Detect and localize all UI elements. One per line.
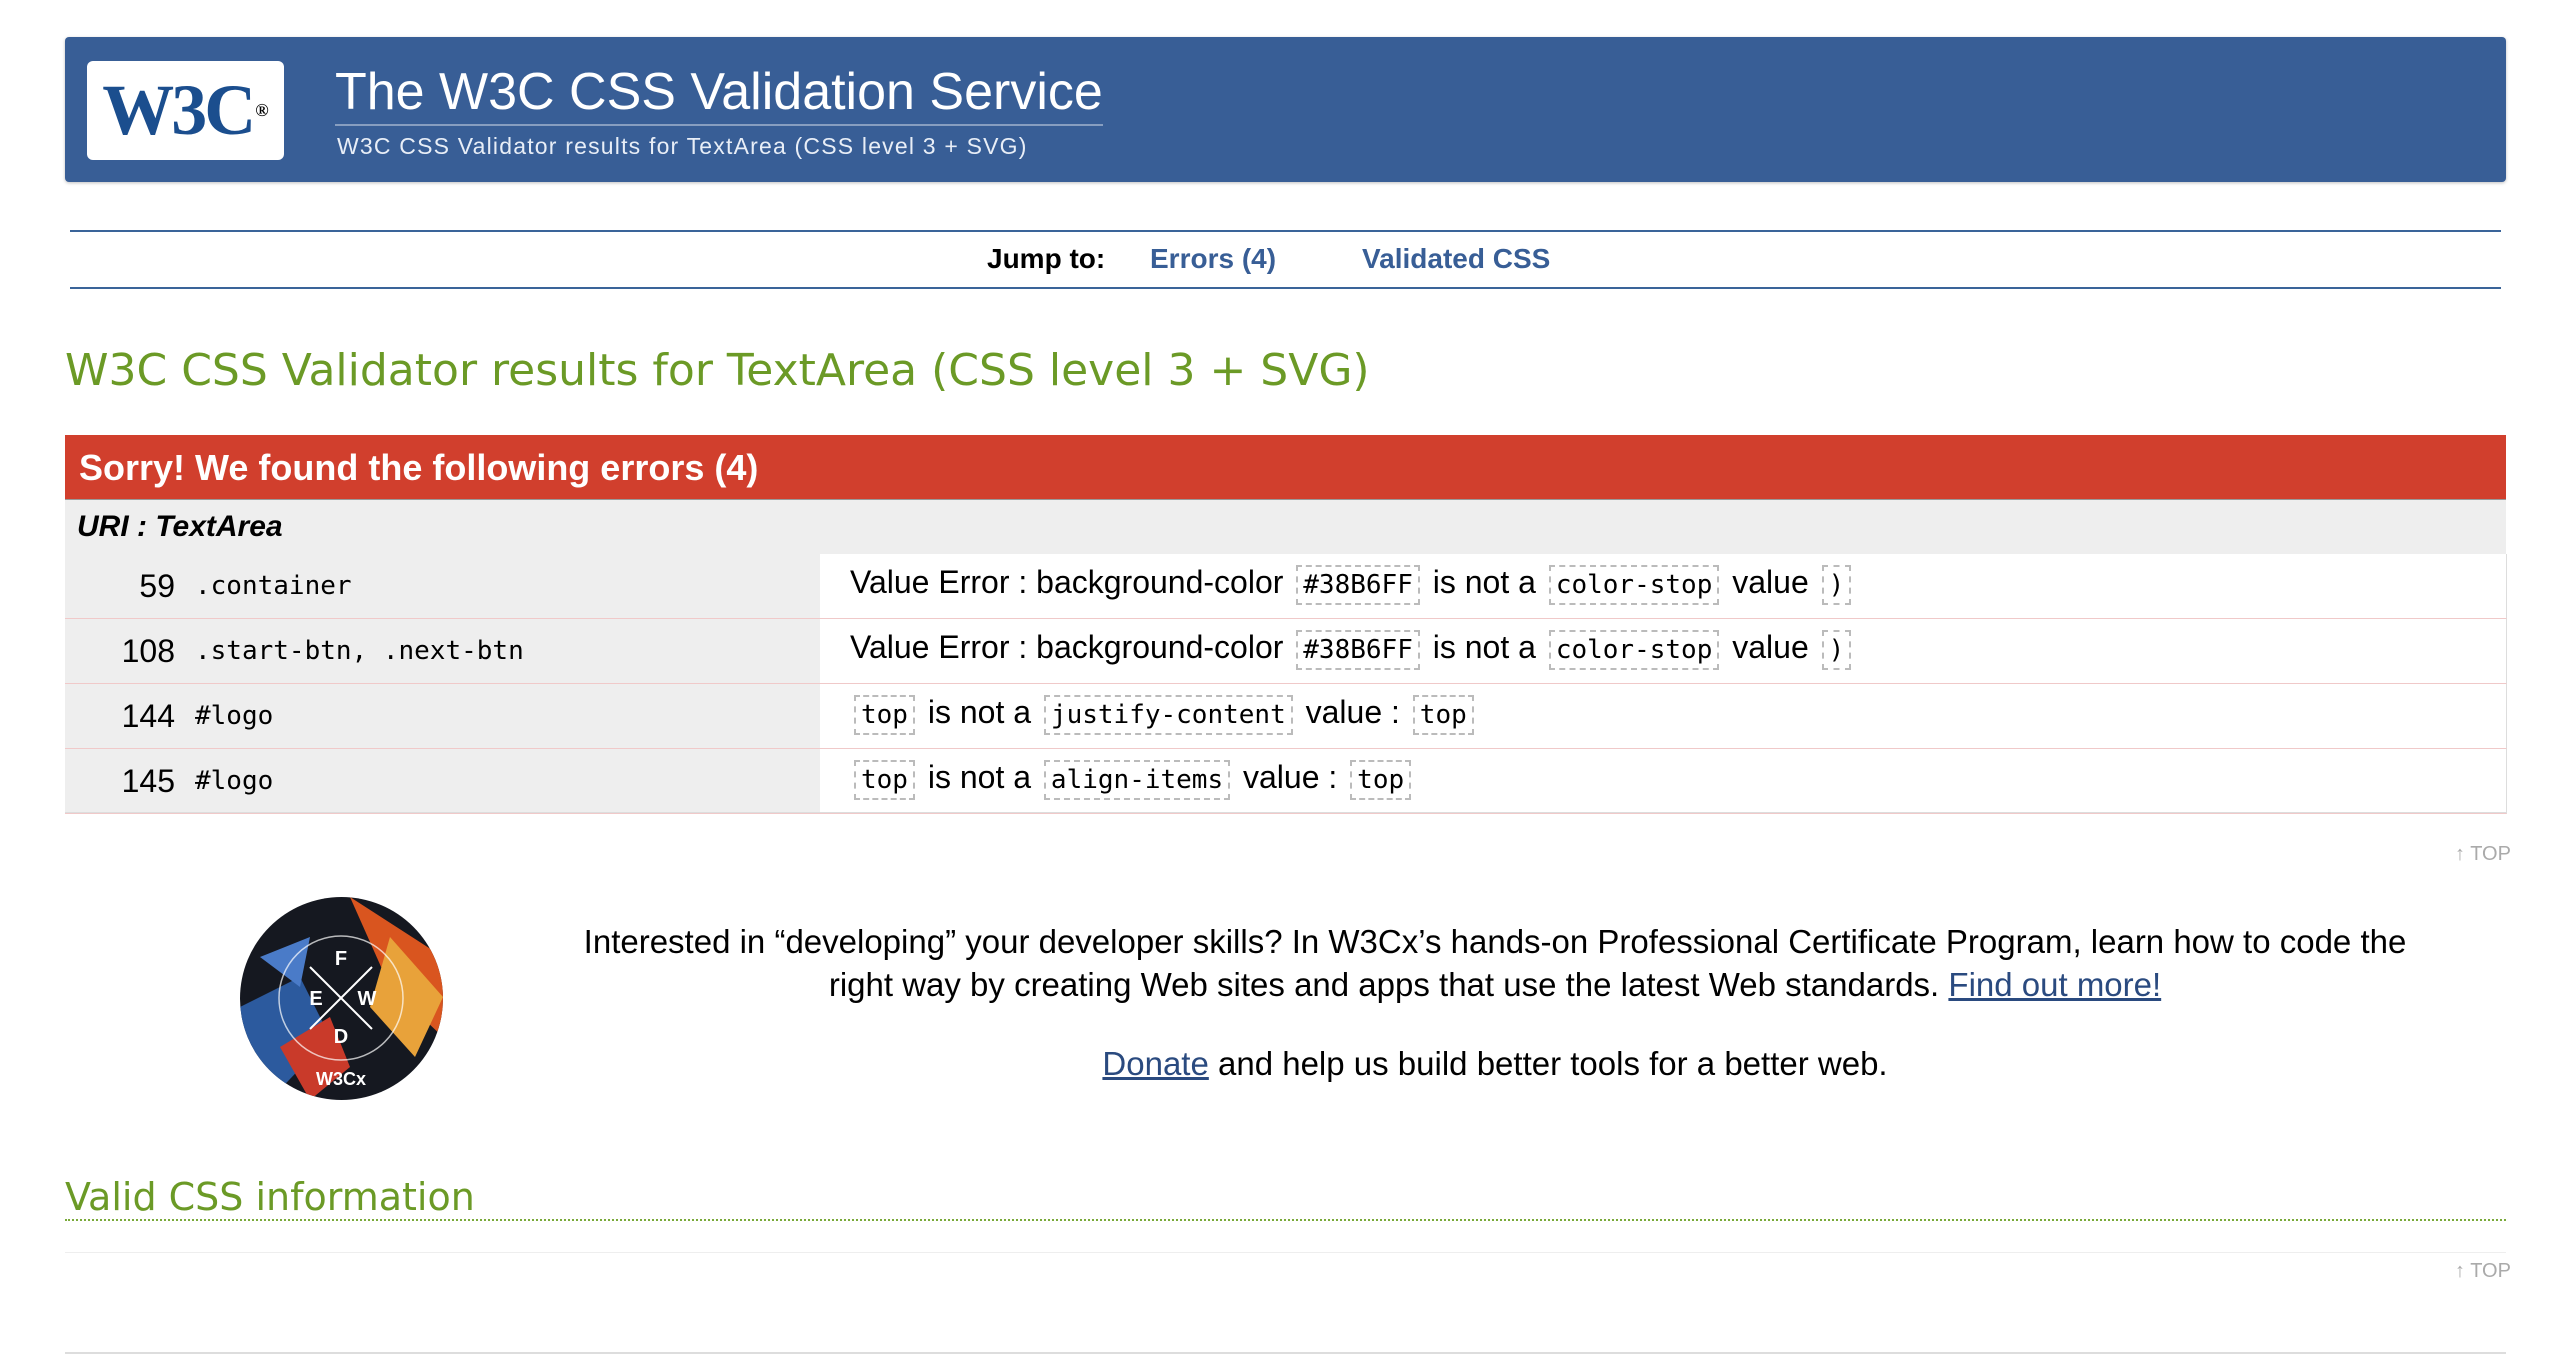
error-row: 108 .start-btn, .next-btn Value Error : ba… [65, 619, 2507, 684]
service-subtitle: W3C CSS Validator results for TextArea (… [337, 133, 1028, 159]
errors-header: Sorry! We found the following errors (4) [65, 435, 2506, 499]
error-code-value: #38B6FF [1296, 565, 1420, 605]
error-code-value: color-stop [1548, 630, 1720, 670]
uri-row: URI : TextArea [65, 499, 2506, 554]
error-row: 144 #logo top is not a justify-content val… [65, 684, 2507, 749]
error-context: #logo [185, 684, 820, 748]
jump-nav [70, 230, 2501, 289]
fewd-badge-graphic: F E W D W3Cx [240, 897, 443, 1100]
error-text: value : [1296, 694, 1409, 730]
error-text: is not a [918, 694, 1040, 730]
badge-brand: W3Cx [316, 1069, 366, 1089]
badge-letter: W [358, 988, 377, 1010]
donate-link[interactable]: Donate [1102, 1045, 1208, 1082]
error-message: top is not a justify-content value : top [820, 684, 1478, 748]
error-code-value: ) [1821, 630, 1852, 670]
error-text: is not a [918, 759, 1040, 795]
error-code-value: top [854, 760, 915, 800]
error-message: top is not a align-items value : top [820, 749, 1415, 813]
error-context: .container [185, 554, 820, 618]
error-line-number: 59 [65, 554, 185, 618]
error-text: is not a [1423, 629, 1545, 665]
error-code-value: ) [1821, 565, 1852, 605]
fewd-badge-image[interactable]: F E W D W3Cx [240, 897, 443, 1100]
donate-text: and help us build better tools for a bet… [1208, 1045, 1888, 1082]
error-code-value: justify-content [1043, 695, 1293, 735]
error-message: Value Error : background-color #38B6FF i… [820, 554, 1855, 618]
jump-validated-css-link[interactable]: Validated CSS [1362, 243, 1550, 275]
service-title[interactable]: The W3C CSS Validation Service [335, 62, 1103, 126]
back-to-top-link[interactable]: ↑ TOP [2455, 843, 2511, 866]
jump-errors-link[interactable]: Errors (4) [1150, 243, 1276, 275]
error-code-value: align-items [1043, 760, 1231, 800]
promo-text: Interested in “developing” your develope… [560, 920, 2430, 1006]
divider [65, 1219, 2506, 1221]
badge-letter: E [309, 988, 322, 1010]
error-row: 59 .container Value Error : background-col… [65, 554, 2507, 619]
w3c-logo-text: W3C [102, 70, 256, 150]
error-code-value: top [1350, 760, 1412, 800]
error-text: value [1723, 564, 1818, 600]
error-line-number: 145 [65, 749, 185, 813]
error-message: Value Error : background-color #38B6FF i… [820, 619, 1855, 683]
w3c-logo[interactable]: W3C ® [87, 61, 284, 160]
error-code-value: top [1412, 695, 1474, 735]
error-row: 145 #logo top is not a align-items value :… [65, 749, 2507, 814]
error-line-number: 144 [65, 684, 185, 748]
jump-to-label: Jump to: [987, 243, 1106, 274]
error-code-value: color-stop [1548, 565, 1720, 605]
error-code-value: #38B6FF [1296, 630, 1420, 670]
error-text: is not a [1423, 564, 1545, 600]
donate-line: Donate and help us build better tools fo… [560, 1045, 2430, 1083]
error-text: Value Error : background-color [850, 629, 1293, 665]
error-context: #logo [185, 749, 820, 813]
error-code-value: top [854, 695, 915, 735]
divider [65, 812, 2506, 813]
valid-css-heading: Valid CSS information [65, 1175, 475, 1219]
error-text: value [1723, 629, 1818, 665]
results-heading: W3C CSS Validator results for TextArea (… [65, 345, 1370, 396]
badge-letter: D [334, 1026, 348, 1048]
error-context: .start-btn, .next-btn [185, 619, 820, 683]
badge-letter: F [335, 948, 347, 970]
error-text: Value Error : background-color [850, 564, 1293, 600]
error-line-number: 108 [65, 619, 185, 683]
error-text: value : [1234, 759, 1347, 795]
find-out-more-link[interactable]: Find out more! [1948, 966, 2161, 1003]
back-to-top-link[interactable]: ↑ TOP [2455, 1260, 2511, 1283]
divider [65, 1252, 2506, 1253]
